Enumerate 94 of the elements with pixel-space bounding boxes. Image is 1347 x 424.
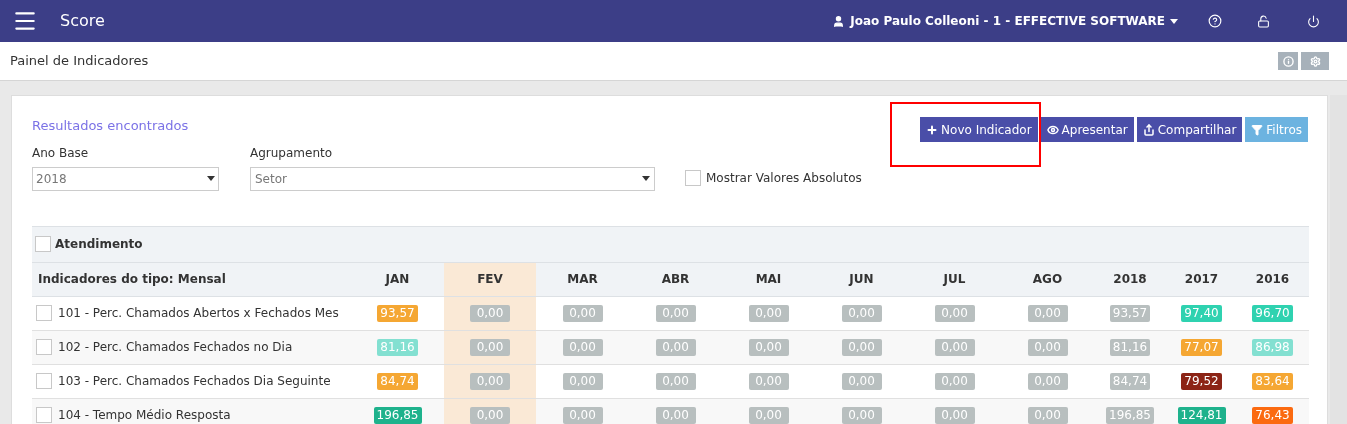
value-badge: 0,00 [934, 304, 975, 322]
info-button[interactable] [1278, 52, 1298, 70]
checkbox[interactable] [36, 339, 52, 355]
user-icon [832, 14, 846, 28]
indicator-name: 104 - Tempo Médio Resposta [58, 407, 231, 424]
value-badge: 0,00 [562, 372, 603, 390]
value-badge: 0,00 [934, 338, 975, 356]
field-label: Agrupamento [250, 144, 334, 162]
action-button[interactable]: Apresentar [1040, 117, 1134, 142]
checkbox[interactable] [36, 373, 52, 389]
value-badge: 0,00 [470, 338, 510, 356]
caret-icon [1170, 18, 1178, 24]
grouping-select[interactable]: Setor [250, 166, 655, 191]
info-icon [1282, 55, 1294, 67]
results-title: Resultados encontrados [32, 117, 190, 135]
value-badge: 196,85 [373, 406, 422, 424]
value-badge: 0,00 [470, 372, 510, 390]
value-badge: 77,07 [1181, 338, 1222, 356]
value-badge: 0,00 [1027, 406, 1068, 424]
value-badge: 0,00 [562, 338, 603, 356]
value-badge: 0,00 [934, 372, 975, 390]
value-badge: 0,00 [1027, 304, 1068, 322]
value-badge: 81,16 [377, 338, 418, 356]
help-icon[interactable] [1208, 14, 1222, 28]
share-icon [1142, 123, 1155, 136]
eye-icon [1046, 123, 1059, 136]
value-badge: 93,57 [1109, 304, 1151, 322]
indicator-name: 103 - Perc. Chamados Fechados Dia Seguinte [58, 373, 331, 390]
value-badge: 0,00 [1027, 338, 1068, 356]
caret-icon [207, 176, 215, 181]
value-badge: 0,00 [562, 406, 603, 424]
value-badge: 83,64 [1252, 372, 1293, 390]
value-badge: 0,00 [841, 338, 882, 356]
value-badge: 0,00 [470, 406, 510, 424]
column-header: ABR [661, 271, 690, 288]
value-badge: 0,00 [841, 304, 882, 322]
filter-icon [1251, 123, 1264, 136]
checkbox[interactable] [36, 407, 52, 423]
action-button[interactable]: Compartilhar [1136, 117, 1243, 142]
value-badge: 79,52 [1181, 372, 1222, 390]
value-badge: 84,74 [377, 372, 418, 390]
value-badge: 0,00 [1027, 372, 1068, 390]
value-badge: 0,00 [748, 304, 789, 322]
settings-icon [1309, 55, 1321, 67]
value-badge: 124,81 [1177, 406, 1226, 424]
column-header: JAN [385, 271, 410, 288]
page-title: Painel de Indicadores [10, 52, 149, 71]
column-header: 2017 [1184, 271, 1219, 288]
action-button[interactable]: Novo Indicador [920, 117, 1038, 142]
value-badge: 84,74 [1109, 372, 1151, 390]
indicator-name: 102 - Perc. Chamados Fechados no Dia [58, 339, 293, 356]
value-badge: 0,00 [748, 338, 789, 356]
plus-icon [926, 123, 939, 136]
value-badge: 81,16 [1109, 338, 1151, 356]
column-header: JUL [943, 271, 966, 288]
year-select[interactable]: 2018 [32, 166, 219, 191]
column-header: Indicadores do tipo: Mensal [38, 271, 226, 288]
value-badge: 0,00 [748, 372, 789, 390]
value-badge: 0,00 [655, 304, 696, 322]
value-badge: 0,00 [934, 406, 975, 424]
column-header: MAI [755, 271, 782, 288]
checkbox[interactable] [685, 169, 701, 186]
value-badge: 0,00 [841, 372, 882, 390]
field-label: Ano Base [32, 144, 90, 162]
user-menu[interactable]: Joao Paulo Colleoni - 1 - EFFECTIVE SOFTWARE [832, 12, 1178, 30]
value-badge: 86,98 [1252, 338, 1293, 356]
column-header: 2016 [1255, 271, 1290, 288]
checkbox[interactable] [36, 305, 52, 321]
checkbox[interactable] [35, 236, 51, 252]
column-header: 2018 [1113, 271, 1147, 288]
value-badge: 93,57 [377, 304, 418, 322]
column-header: MAR [567, 271, 598, 288]
value-badge: 0,00 [841, 406, 882, 424]
value-badge: 0,00 [655, 338, 696, 356]
column-header: AGO [1032, 271, 1063, 288]
checkbox-label: Mostrar Valores Absolutos [706, 169, 862, 187]
value-badge: 0,00 [655, 406, 696, 424]
unlock-icon[interactable] [1257, 14, 1270, 28]
value-badge: 0,00 [470, 304, 510, 322]
power-icon[interactable] [1307, 14, 1320, 28]
value-badge: 0,00 [748, 406, 789, 424]
value-badge: 96,70 [1252, 304, 1293, 322]
column-header: JUN [849, 271, 874, 288]
value-badge: 97,40 [1181, 304, 1222, 322]
indicator-name: 101 - Perc. Chamados Abertos x Fechados Mes [58, 305, 339, 322]
app-title: Score [60, 10, 105, 32]
value-badge: 0,00 [562, 304, 603, 322]
value-badge: 76,43 [1252, 406, 1293, 424]
settings-button[interactable] [1301, 52, 1329, 70]
value-badge: 0,00 [655, 372, 696, 390]
caret-icon [642, 176, 650, 181]
group-title: Atendimento [55, 236, 143, 253]
column-header: FEV [477, 271, 503, 288]
value-badge: 196,85 [1106, 406, 1154, 424]
